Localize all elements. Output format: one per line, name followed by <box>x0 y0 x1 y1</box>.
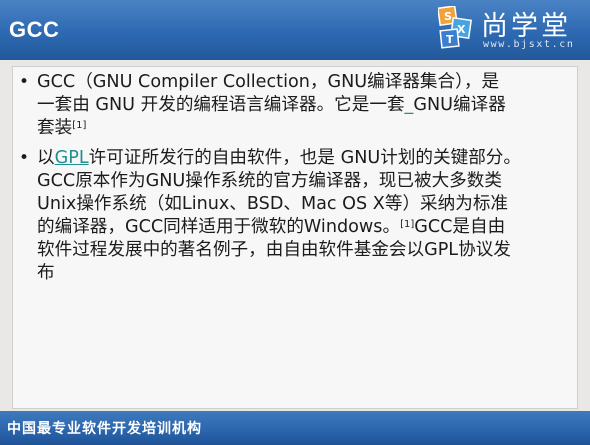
brand-url: www.bjsxt.cn <box>483 39 575 50</box>
slide-title: GCC <box>9 17 60 42</box>
bullet-2-line-4: 的编译器，GCC同样适用于微软的Windows。[1]GCC是自由 <box>37 217 506 237</box>
bullet-2-line-5: 软件过程发展中的著名例子，由自由软件基金会以GPL协议发 <box>37 240 511 260</box>
svg-text:X: X <box>457 23 466 36</box>
svg-text:S: S <box>444 10 452 23</box>
bullet-dot: • <box>19 148 30 168</box>
brand-name: 尚学堂 <box>481 11 571 42</box>
citation-1: [1] <box>72 120 87 131</box>
bullet-2-line-6: 布 <box>37 263 55 283</box>
slide-footer: 中国最专业软件开发培训机构 <box>0 411 590 445</box>
footer-slogan: 中国最专业软件开发培训机构 <box>7 421 202 437</box>
bullet-1-line-2: 一套由 GNU 开发的编程语言编译器。它是一套_GNU编译器 <box>37 95 506 115</box>
gpl-link[interactable]: GPL <box>55 148 89 168</box>
bullet-2-line-2: GCC原本作为GNU操作系统的官方编译器，现已被大多数类 <box>37 171 502 191</box>
bullet-1-line-1: GCC（GNU Compiler Collection，GNU编译器集合），是 <box>37 72 500 92</box>
slide-header: GCC S X T 尚学堂 www.bjsxt.cn <box>0 0 590 60</box>
slide-body: • GCC（GNU Compiler Collection，GNU编译器集合），… <box>12 66 578 409</box>
bullet-dot: • <box>19 72 30 92</box>
sxt-logo-icon: S X T <box>438 6 473 49</box>
svg-text:T: T <box>446 33 454 46</box>
bullet-2-line-1: 以GPL许可证所发行的自由软件，也是 GNU计划的关键部分。 <box>37 148 521 168</box>
bullet-1-line-3: 套装[1] <box>37 118 87 138</box>
citation-2: [1] <box>400 219 415 230</box>
bullet-2-line-3: Unix操作系统（如Linux、BSD、Mac OS X等）采纳为标准 <box>37 194 509 214</box>
brand-logo: S X T 尚学堂 www.bjsxt.cn <box>438 2 588 58</box>
